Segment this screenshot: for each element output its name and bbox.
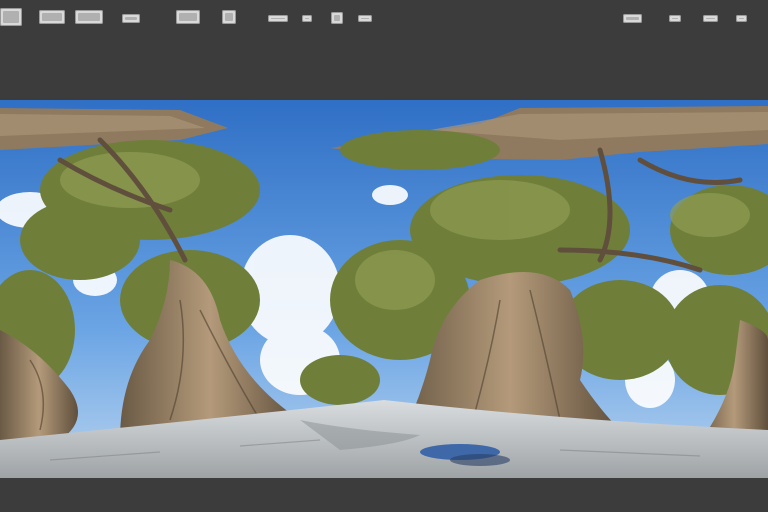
share-icon[interactable]: [623, 14, 642, 23]
view-icon[interactable]: [0, 8, 22, 26]
crop-icon[interactable]: [331, 12, 343, 24]
info-icon[interactable]: [669, 15, 681, 22]
layers-icon[interactable]: [222, 10, 236, 24]
panorama-image: [0, 100, 768, 478]
image-icon[interactable]: [176, 10, 200, 24]
camera-icon[interactable]: [75, 10, 103, 24]
export-icon[interactable]: [358, 15, 372, 22]
fullscreen-icon[interactable]: [703, 15, 718, 22]
top-toolbar: [0, 0, 768, 40]
folder-icon[interactable]: [268, 15, 288, 22]
photo-icon[interactable]: [39, 10, 65, 24]
panorama-viewport[interactable]: [0, 100, 768, 478]
settings-icon[interactable]: [122, 14, 140, 23]
tag-icon[interactable]: [302, 15, 312, 22]
menu-icon[interactable]: [736, 15, 747, 22]
